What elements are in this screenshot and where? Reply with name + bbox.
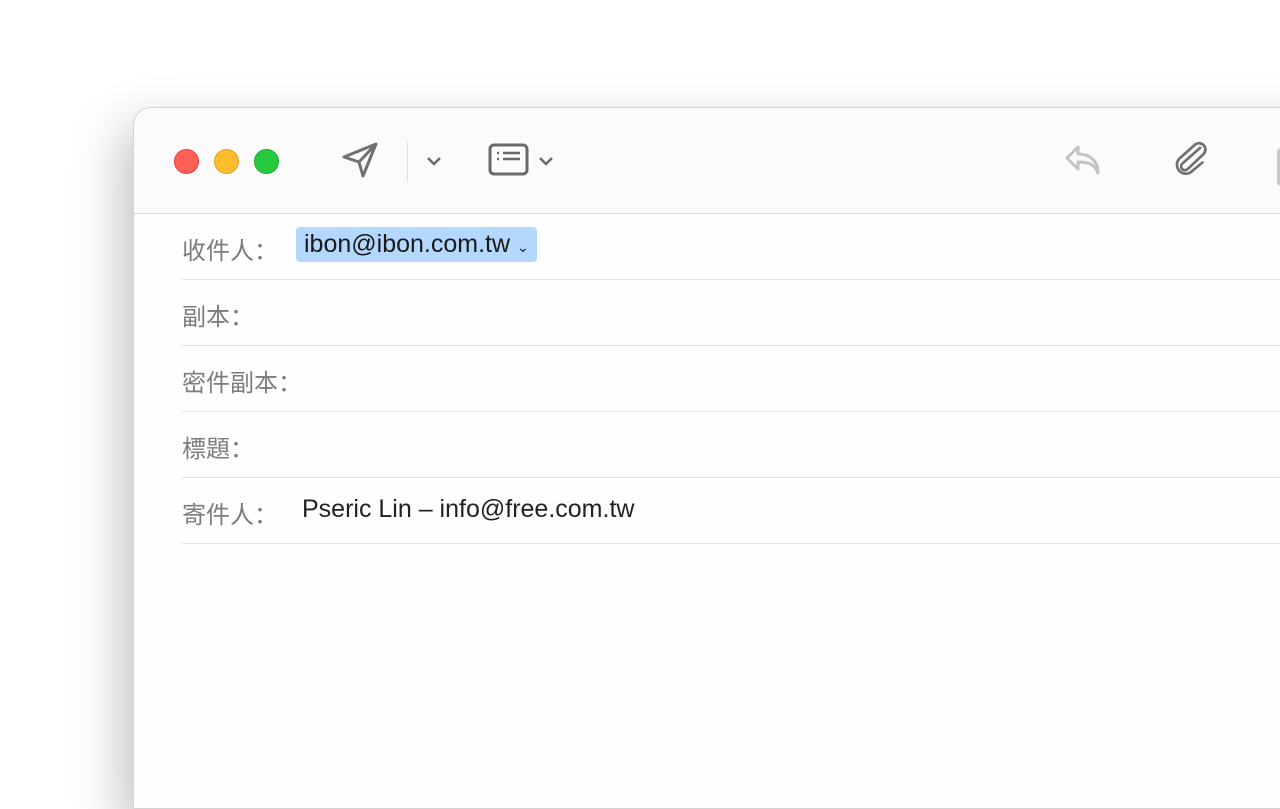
bcc-row[interactable]: 密件副本： — [182, 345, 1280, 412]
zoom-button[interactable] — [254, 149, 279, 174]
header-fields-icon[interactable] — [488, 143, 530, 177]
divider — [407, 142, 408, 182]
bcc-label: 密件副本： — [182, 370, 302, 397]
reply-icon[interactable] — [1064, 143, 1104, 177]
from-label: 寄件人： — [182, 502, 278, 529]
mail-compose-window: 收件人： ibon@ibon.com.tw ⌄ 副本： 密件副本： 標題： 寄件… — [133, 107, 1280, 809]
paperclip-icon[interactable] — [1172, 140, 1212, 180]
minimize-button[interactable] — [214, 149, 239, 174]
subject-row[interactable]: 標題： — [182, 411, 1280, 478]
subject-label: 標題： — [182, 436, 254, 463]
from-row[interactable]: 寄件人： Pseric Lin – info@free.com.tw — [182, 477, 1280, 544]
chevron-down-icon[interactable] — [538, 155, 554, 167]
cc-label: 副本： — [182, 304, 254, 331]
to-row[interactable]: 收件人： ibon@ibon.com.tw ⌄ — [182, 213, 1280, 280]
cc-row[interactable]: 副本： — [182, 279, 1280, 346]
toolbar — [134, 108, 1280, 214]
to-label: 收件人： — [182, 238, 278, 265]
send-icon[interactable] — [340, 141, 380, 181]
recipient-token[interactable]: ibon@ibon.com.tw ⌄ — [296, 227, 537, 262]
from-value[interactable]: Pseric Lin – info@free.com.tw — [302, 495, 634, 524]
chevron-down-icon[interactable]: ⌄ — [517, 239, 529, 255]
recipient-address: ibon@ibon.com.tw — [304, 230, 511, 258]
chevron-down-icon[interactable] — [426, 155, 442, 167]
close-button[interactable] — [174, 149, 199, 174]
